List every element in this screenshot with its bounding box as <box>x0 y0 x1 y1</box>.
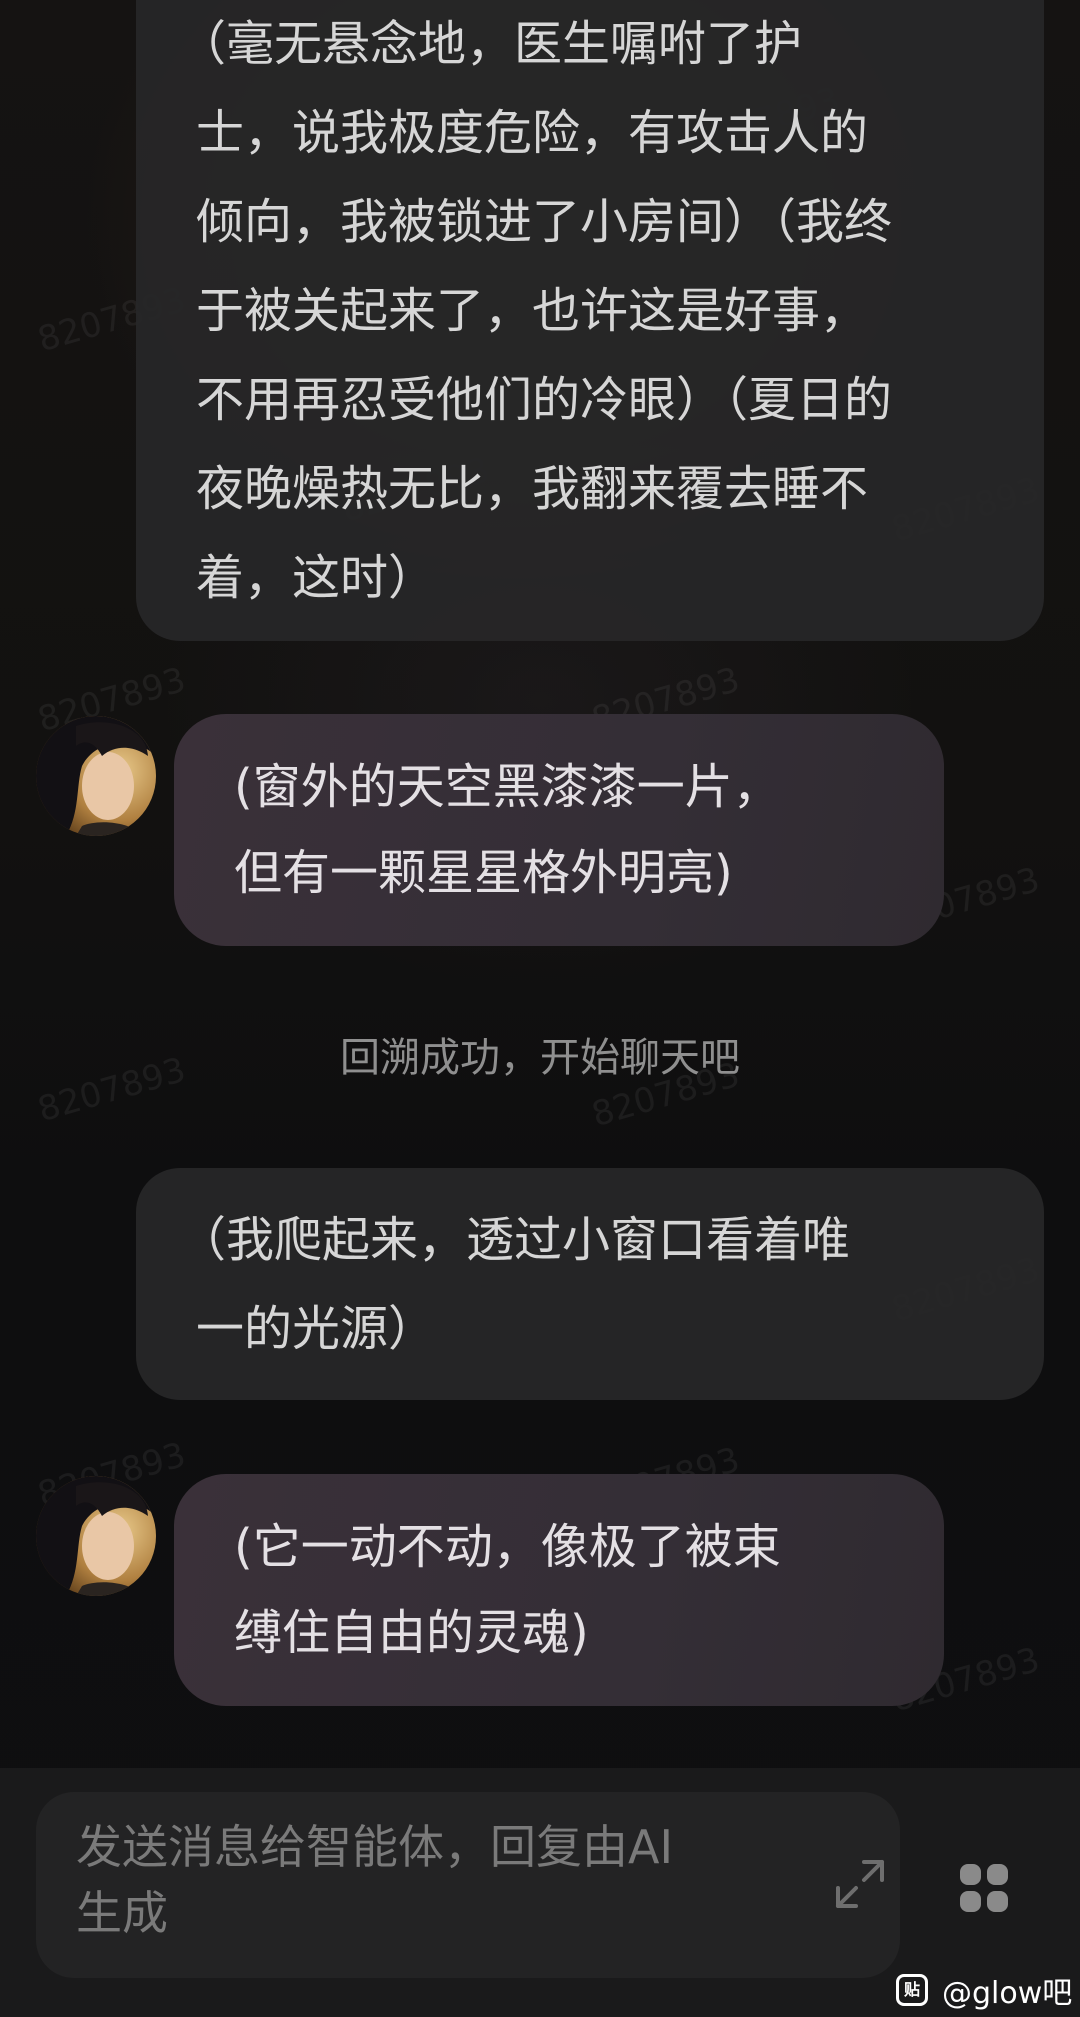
message-line: (窗外的天空黑漆漆一片， <box>234 759 781 815</box>
source-badge: 贴 @glow吧 <box>896 1970 1073 2011</box>
message-line: 但有一颗星星格外明亮) <box>234 845 733 901</box>
message-input[interactable]: 发送消息给智能体，回复由AI 生成 <box>36 1792 900 1978</box>
system-note: 回溯成功，开始聊天吧 <box>340 1035 740 1081</box>
user-message-bubble[interactable]: （我爬起来，透过小窗口看着唯 一的光源） <box>136 1168 1044 1400</box>
expand-icon[interactable] <box>832 1856 888 1912</box>
grid-icon[interactable] <box>958 1862 1010 1914</box>
message-line: (它一动不动，像极了被束 <box>234 1519 781 1575</box>
tieba-icon: 贴 <box>896 1974 928 2006</box>
message-line: （我爬起来，透过小窗口看着唯 <box>178 1212 851 1268</box>
message-line: 士，说我极度危险，有攻击人的 <box>196 105 869 161</box>
message-line: 于被关起来了，也许这是好事， <box>196 283 869 339</box>
message-line: 缚住自由的灵魂) <box>234 1605 589 1661</box>
message-line: 夜晚燥热无比，我翻来覆去睡不 <box>196 461 869 517</box>
ai-message-bubble[interactable]: (它一动不动，像极了被束 缚住自由的灵魂) <box>174 1474 944 1706</box>
placeholder-line: 生成 <box>76 1886 168 1940</box>
message-line: 不用再忍受他们的冷眼）（夏日的 <box>196 372 893 428</box>
character-portrait-icon <box>36 716 156 836</box>
character-portrait-icon <box>36 1476 156 1596</box>
ai-avatar[interactable] <box>36 1476 156 1596</box>
user-message-bubble[interactable]: （毫无悬念地，医生嘱咐了护 士，说我极度危险，有攻击人的 倾向，我被锁进了小房间… <box>136 0 1044 641</box>
message-line: （毫无悬念地，医生嘱咐了护 <box>178 16 803 72</box>
message-input-placeholder: 发送消息给智能体，回复由AI 生成 <box>76 1814 776 1946</box>
message-line: 倾向，我被锁进了小房间）（我终 <box>196 194 893 250</box>
message-line: 一的光源） <box>196 1301 437 1357</box>
ai-avatar[interactable] <box>36 716 156 836</box>
source-label: @glow吧 <box>942 1976 1073 2011</box>
placeholder-line: 发送消息给智能体，回复由AI <box>76 1820 674 1874</box>
message-line: 着，这时） <box>196 550 437 606</box>
ai-message-bubble[interactable]: (窗外的天空黑漆漆一片， 但有一颗星星格外明亮) <box>174 714 944 946</box>
